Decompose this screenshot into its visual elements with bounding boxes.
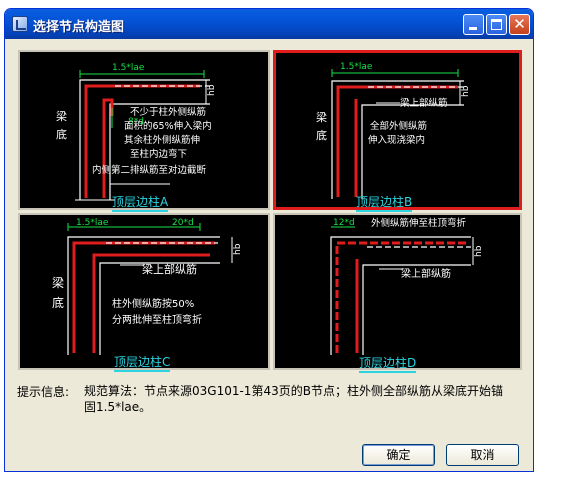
node-diagram-b: 1.5*lae hb 梁 底 梁上部纵筋 全部外侧纵筋 伸入现浇梁内 [316, 62, 471, 199]
note-line: 分两批伸至柱顶弯折 [112, 313, 202, 326]
note-line: 全部外侧纵筋 [370, 120, 427, 132]
node-option-b[interactable]: 1.5*lae hb 梁 底 梁上部纵筋 全部外侧纵筋 伸入现浇梁内 顶层边柱B [273, 50, 522, 212]
hb-label: hb [233, 243, 243, 255]
app-icon [12, 16, 28, 32]
note-line: 其余柱外侧纵筋伸 [124, 134, 200, 146]
title-bar[interactable]: 选择节点构造图 ✕ [5, 9, 533, 39]
hint-text: 规范算法：节点来源03G101-1第43页的B节点；柱外侧全部纵筋从梁底开始锚固… [84, 384, 503, 414]
ok-button[interactable]: 确定 [362, 444, 435, 466]
node-diagram-c: 1.5*lae 20*d hb 梁 底 梁上部纵筋 柱外侧纵筋按50% 分两批伸… [52, 218, 243, 355]
beam-rebar-label: 梁上部纵筋 [142, 262, 197, 276]
note-line: 外侧纵筋伸至柱顶弯折 [371, 217, 467, 229]
hb-label: hb [207, 84, 217, 96]
maximize-icon [491, 19, 502, 30]
beam-bottom-label: 梁 [56, 109, 67, 123]
note-line: 柱外侧纵筋按50% [112, 297, 194, 310]
dimension-label: 12*d [333, 218, 355, 228]
node-diagram-d: 12*d 外侧纵筋伸至柱顶弯折 hb 梁上部纵筋 [330, 217, 484, 355]
dimension-label: 20*d [172, 218, 194, 228]
beam-bottom-label: 底 [316, 128, 327, 142]
note-line: 至柱内边弯下 [130, 148, 187, 160]
node-option-a[interactable]: 1.5*lae 8*d hb 梁 底 不少于柱外侧纵筋 面积的65%伸入梁内 其… [18, 50, 270, 212]
note-line: 伸入现浇梁内 [368, 134, 425, 146]
hint-label: 提示信息: [17, 385, 70, 399]
node-option-c[interactable]: 1.5*lae 20*d hb 梁 底 梁上部纵筋 柱外侧纵筋按50% 分两批伸… [18, 213, 270, 372]
maximize-button[interactable] [486, 14, 507, 35]
dialog-window: 选择节点构造图 ✕ 1.5*lae 8*d hb 梁 底 不少于柱外侧纵筋 面积… [4, 8, 534, 472]
panel-caption: 顶层边柱A [112, 193, 169, 212]
note-line: 内侧第二排纵筋至对边截断 [92, 164, 207, 176]
note-line: 面积的65%伸入梁内 [124, 120, 212, 132]
minimize-icon [469, 27, 477, 30]
beam-bottom-label: 梁 [316, 110, 327, 124]
beam-bottom-label: 底 [56, 127, 67, 141]
dimension-label: 1.5*lae [76, 218, 109, 228]
dimension-label: 1.5*lae [112, 63, 145, 73]
panel-caption: 顶层边柱D [359, 354, 417, 373]
hb-label: hb [461, 85, 471, 97]
node-option-d[interactable]: 12*d 外侧纵筋伸至柱顶弯折 hb 梁上部纵筋 顶层边柱D [273, 213, 522, 373]
beam-rebar-label: 梁上部纵筋 [400, 97, 448, 109]
cancel-button[interactable]: 取消 [446, 444, 519, 466]
node-diagram-a: 1.5*lae 8*d hb 梁 底 不少于柱外侧纵筋 面积的65%伸入梁内 其… [56, 63, 217, 201]
beam-rebar-label: 梁上部纵筋 [401, 267, 451, 280]
note-line: 不少于柱外侧纵筋 [130, 106, 206, 118]
panel-caption: 顶层边柱C [114, 353, 171, 372]
panel-caption: 顶层边柱B [356, 193, 413, 212]
minimize-button[interactable] [463, 14, 484, 35]
beam-bottom-label: 梁 [52, 275, 64, 290]
close-icon: ✕ [513, 15, 526, 33]
hb-label: hb [474, 245, 484, 257]
window-title: 选择节点构造图 [33, 20, 125, 35]
close-button[interactable]: ✕ [509, 14, 530, 35]
beam-bottom-label: 底 [52, 295, 64, 310]
dimension-label: 1.5*lae [340, 62, 373, 72]
